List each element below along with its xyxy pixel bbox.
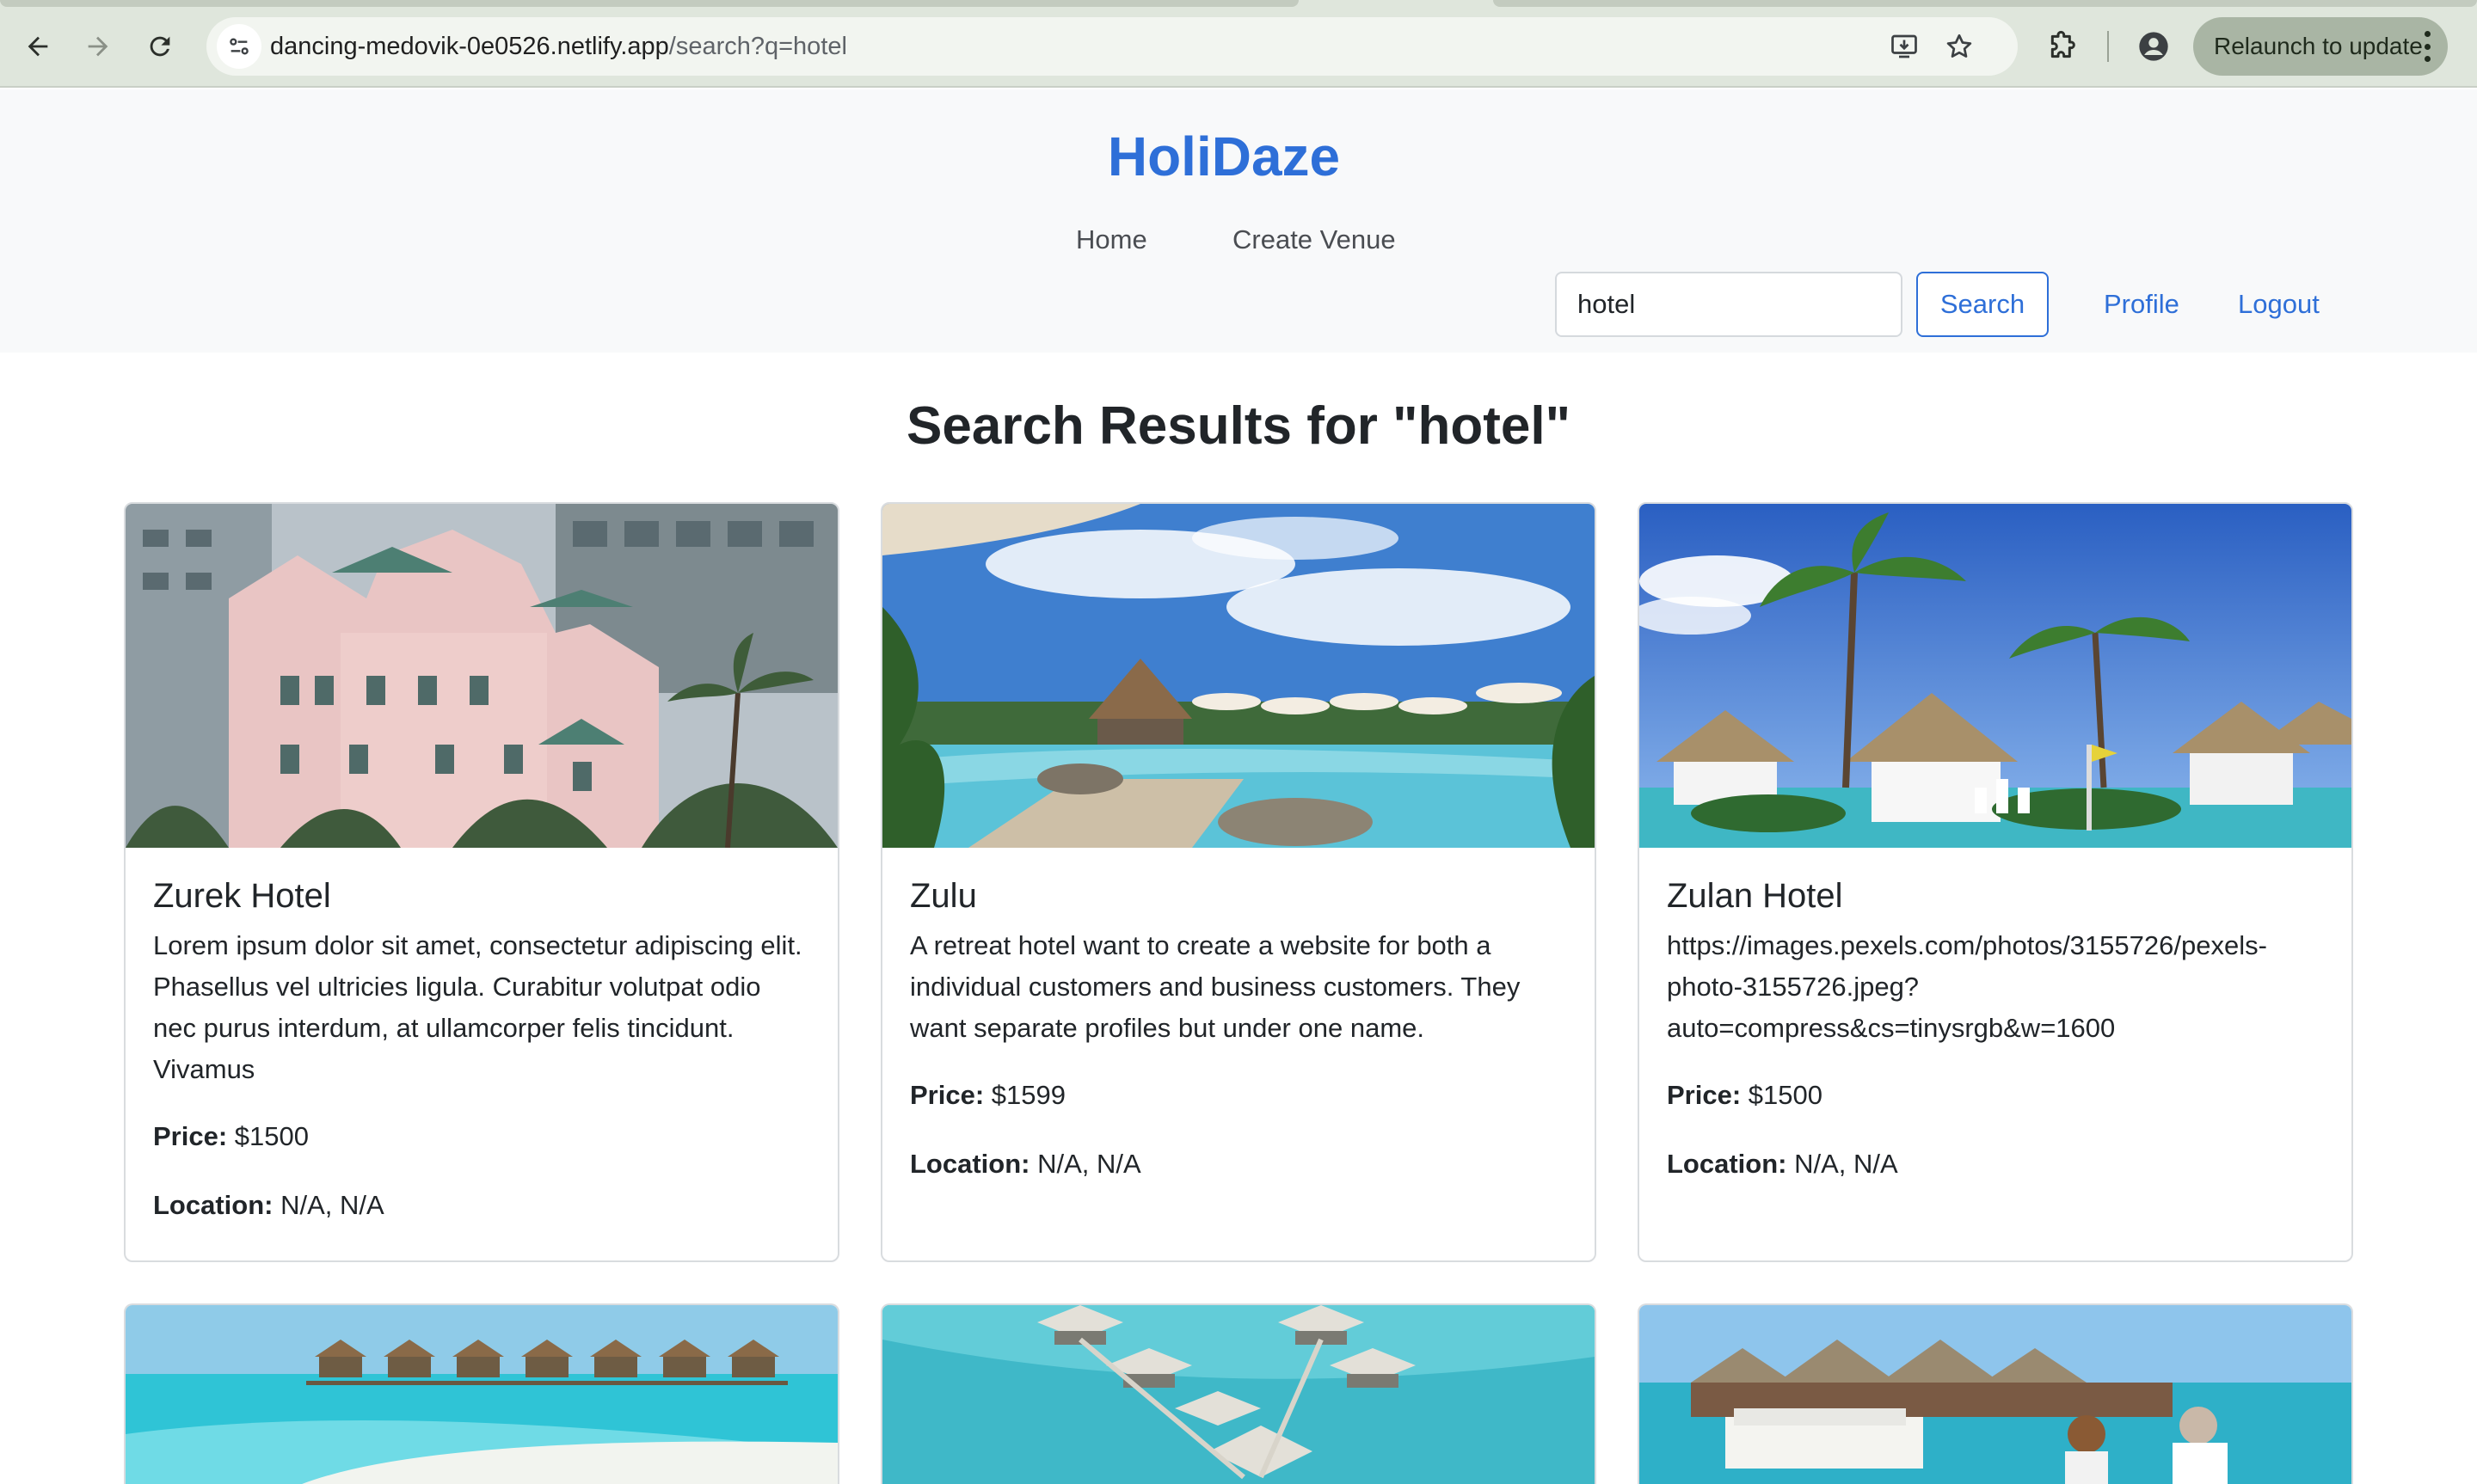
toolbar-separator bbox=[2107, 31, 2109, 62]
relaunch-update-button[interactable]: Relaunch to update bbox=[2193, 17, 2448, 76]
tab-strip bbox=[0, 0, 2477, 7]
url-text[interactable]: dancing-medovik-0e0526.netlify.app/searc… bbox=[270, 31, 847, 62]
tab-inactive[interactable] bbox=[1493, 0, 2477, 7]
browser-toolbar: dancing-medovik-0e0526.netlify.app/searc… bbox=[0, 0, 2477, 88]
profile-avatar-icon[interactable] bbox=[2133, 26, 2174, 67]
location-label: Location: bbox=[153, 1190, 274, 1220]
venue-price: Price: $1599 bbox=[910, 1075, 1567, 1116]
url-path: /search?q=hotel bbox=[668, 33, 847, 60]
price-value: $1500 bbox=[1748, 1080, 1823, 1110]
venue-image[interactable] bbox=[126, 504, 838, 848]
venue-image[interactable] bbox=[882, 504, 1595, 848]
logout-link[interactable]: Logout bbox=[2238, 272, 2320, 337]
back-button[interactable] bbox=[14, 22, 62, 71]
site-info-icon[interactable] bbox=[217, 24, 261, 69]
venue-location: Location: N/A, N/A bbox=[153, 1185, 810, 1226]
venue-price: Price: $1500 bbox=[1667, 1075, 2324, 1116]
price-label: Price: bbox=[153, 1121, 228, 1151]
location-label: Location: bbox=[910, 1149, 1030, 1179]
site-header: HoliDaze Home Create Venue hotel Search … bbox=[0, 89, 2477, 353]
venue-card[interactable] bbox=[1638, 1303, 2353, 1484]
search-button[interactable]: Search bbox=[1916, 272, 2049, 337]
venue-image[interactable] bbox=[126, 1305, 838, 1484]
venue-price: Price: $1500 bbox=[153, 1116, 810, 1157]
venue-description: https://images.pexels.com/photos/3155726… bbox=[1667, 930, 2267, 1043]
arrow-right-icon bbox=[88, 36, 108, 57]
extensions-puzzle-icon[interactable] bbox=[2042, 26, 2083, 67]
search-results-heading: Search Results for "hotel" bbox=[907, 396, 1570, 456]
venue-card[interactable] bbox=[881, 1303, 1596, 1484]
venue-card[interactable]: Zurek Hotel Lorem ipsum dolor sit amet, … bbox=[124, 502, 839, 1262]
install-app-icon[interactable] bbox=[1887, 29, 1921, 64]
venue-location: Location: N/A, N/A bbox=[1667, 1144, 2324, 1185]
venue-title[interactable]: Zurek Hotel bbox=[153, 874, 810, 918]
location-value: N/A, N/A bbox=[1794, 1149, 1898, 1179]
reload-button[interactable] bbox=[136, 22, 184, 71]
venue-image[interactable] bbox=[882, 1305, 1595, 1484]
brand-logo[interactable]: HoliDaze bbox=[0, 122, 2448, 191]
venue-card[interactable]: Zulu A retreat hotel want to create a we… bbox=[881, 502, 1596, 1262]
url-host: dancing-medovik-0e0526.netlify.app bbox=[270, 33, 669, 60]
location-label: Location: bbox=[1667, 1149, 1787, 1179]
nav-home-link[interactable]: Home bbox=[1076, 218, 1147, 261]
relaunch-label: Relaunch to update bbox=[2214, 33, 2423, 59]
venue-card[interactable] bbox=[124, 1303, 839, 1484]
venue-card[interactable]: Zulan Hotel https://images.pexels.com/ph… bbox=[1638, 502, 2353, 1262]
profile-link[interactable]: Profile bbox=[2104, 272, 2179, 337]
venue-title[interactable]: Zulu bbox=[910, 874, 1567, 918]
tab-inactive[interactable] bbox=[0, 0, 1299, 7]
location-value: N/A, N/A bbox=[280, 1190, 384, 1220]
price-label: Price: bbox=[910, 1080, 985, 1110]
venue-image[interactable] bbox=[1639, 504, 2351, 848]
venue-location: Location: N/A, N/A bbox=[910, 1144, 1567, 1185]
more-menu-icon[interactable] bbox=[2422, 31, 2432, 62]
forward-button[interactable] bbox=[74, 22, 122, 71]
reload-icon bbox=[150, 36, 170, 57]
nav-create-venue-link[interactable]: Create Venue bbox=[1232, 218, 1396, 261]
price-value: $1599 bbox=[991, 1080, 1066, 1110]
arrow-left-icon bbox=[28, 36, 48, 57]
venue-image[interactable] bbox=[1639, 1305, 2351, 1484]
address-bar[interactable]: dancing-medovik-0e0526.netlify.app/searc… bbox=[206, 17, 2018, 76]
venue-title[interactable]: Zulan Hotel bbox=[1667, 874, 2324, 918]
price-label: Price: bbox=[1667, 1080, 1742, 1110]
search-input[interactable]: hotel bbox=[1555, 272, 1902, 337]
location-value: N/A, N/A bbox=[1037, 1149, 1141, 1179]
bookmark-star-icon[interactable] bbox=[1942, 29, 1976, 64]
venue-description: Lorem ipsum dolor sit amet, consectetur … bbox=[153, 930, 802, 1084]
venue-description: A retreat hotel want to create a website… bbox=[910, 930, 1521, 1043]
price-value: $1500 bbox=[234, 1121, 310, 1151]
